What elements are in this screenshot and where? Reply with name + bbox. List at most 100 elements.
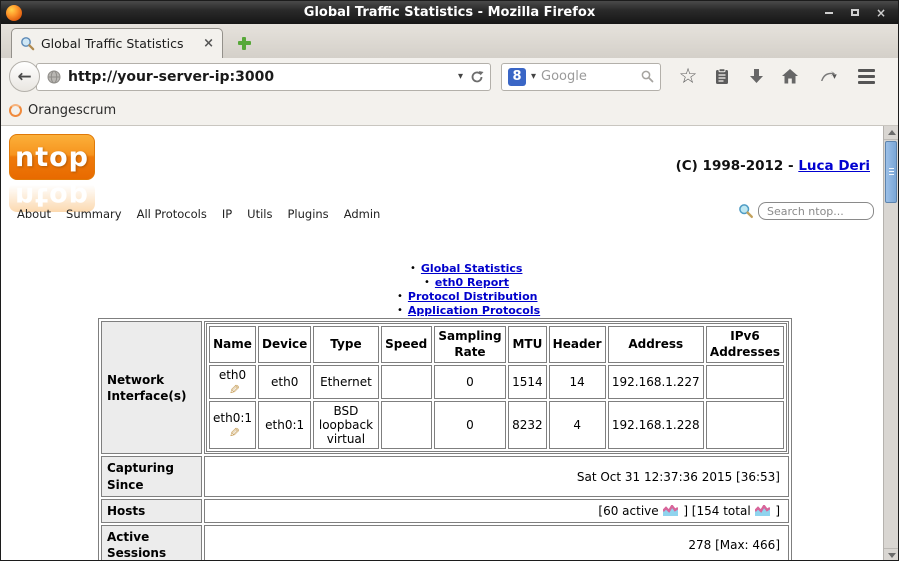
ntop-search [738, 202, 874, 220]
cell-mtu: 8232 [508, 401, 547, 450]
cell-ipv6 [705, 401, 784, 450]
col-speed: Speed [380, 326, 432, 364]
menu-about[interactable]: About [17, 207, 51, 221]
link-eth0-report[interactable]: eth0 Report [435, 276, 509, 289]
menu-utils[interactable]: Utils [247, 207, 272, 221]
interfaces-cell: Name Device Type Speed Sampling Rate MTU… [204, 321, 789, 455]
menu-admin[interactable]: Admin [344, 207, 381, 221]
tab-close-icon[interactable]: × [203, 36, 214, 51]
tab-global-traffic-statistics[interactable]: Global Traffic Statistics × [11, 28, 223, 58]
bullet-icon: • [424, 277, 430, 288]
url-input[interactable] [68, 68, 451, 85]
col-device: Device [258, 326, 312, 364]
edit-pencil-icon[interactable]: ✎ [225, 413, 241, 452]
cell-type: Ethernet [313, 365, 379, 400]
url-bar[interactable]: ▾ [36, 62, 491, 91]
copyright-author-link[interactable]: Luca Deri [798, 158, 870, 174]
table-row-eth0: eth0 ✎ eth0 Ethernet 0 1514 14 192.168.1… [209, 365, 784, 400]
chart-icon[interactable] [663, 504, 679, 516]
navigation-toolbar: ← ▾ 8 ▾ ☆ [1, 58, 898, 95]
link-global-statistics[interactable]: Global Statistics [421, 262, 523, 275]
thumb-grip-icon [889, 168, 894, 177]
link-protocol-distribution[interactable]: Protocol Distribution [408, 290, 538, 303]
close-button[interactable]: × [874, 6, 888, 20]
scroll-up-button[interactable] [884, 126, 898, 140]
tab-label: Global Traffic Statistics [41, 36, 184, 51]
cell-ipv6 [705, 365, 784, 400]
orangescrum-favicon [9, 103, 22, 117]
menu-ip[interactable]: IP [222, 207, 232, 221]
hosts-total-text: ] [154 total [683, 503, 751, 518]
interfaces-table: Name Device Type Speed Sampling Rate MTU… [206, 323, 787, 453]
edit-pencil-icon[interactable]: ✎ [225, 370, 241, 409]
home-button[interactable] [775, 63, 805, 91]
minimize-button[interactable] [822, 6, 836, 20]
window-controls: × [822, 6, 898, 20]
scrollbar-thumb[interactable] [885, 141, 897, 203]
cell-name: eth0 ✎ [209, 365, 257, 400]
cell-address: 192.168.1.228 [607, 401, 704, 450]
cell-speed [380, 401, 432, 450]
cell-device: eth0:1 [258, 401, 312, 450]
search-magnifier-icon[interactable] [641, 70, 654, 83]
bookmark-orangescrum[interactable]: Orangescrum [28, 103, 116, 118]
toolbar-icons: ☆ ▾ [673, 63, 881, 91]
statistics-table-wrap: Network Interface(s) Name Device Type Sp… [98, 318, 792, 560]
vertical-scrollbar[interactable] [883, 126, 898, 560]
col-ipv6-addresses: IPv6 Addresses [705, 326, 784, 364]
ntop-menu-bar: About Summary All Protocols IP Utils Plu… [17, 207, 380, 221]
table-row-active-sessions: Active Sessions 278 [Max: 466] [101, 525, 789, 560]
bullet-icon: • [410, 263, 416, 274]
table-row-capturing-since: Capturing Since Sat Oct 31 12:37:36 2015… [101, 456, 789, 497]
list-item: • Protocol Distribution [397, 290, 540, 303]
link-application-protocols[interactable]: Application Protocols [408, 304, 540, 317]
downloads-button[interactable] [741, 63, 771, 91]
back-button[interactable]: ← [9, 61, 40, 92]
search-bar[interactable]: 8 ▾ [501, 62, 661, 91]
plus-icon [237, 36, 251, 50]
clipboard-icon [716, 67, 728, 84]
star-icon: ☆ [678, 64, 698, 88]
cell-header: 4 [548, 401, 606, 450]
hosts-active-text: [60 active [598, 503, 659, 518]
ntop-search-input[interactable] [758, 202, 874, 220]
cell-type: BSD loopback virtual [313, 401, 379, 450]
ntop-logo: ntop [9, 134, 95, 180]
google-icon: 8 [508, 67, 526, 86]
share-button[interactable]: ▾ [809, 63, 847, 91]
table-row-eth0-1: eth0:1 ✎ eth0:1 BSD loopback virtual 0 8… [209, 401, 784, 452]
menu-button[interactable] [851, 63, 881, 91]
cell-speed [380, 365, 432, 400]
row-label-capturing-since: Capturing Since [101, 456, 202, 497]
cell-header: 14 [548, 365, 606, 400]
magnifier-favicon [21, 37, 35, 51]
reload-icon[interactable] [470, 70, 484, 84]
menu-all-protocols[interactable]: All Protocols [137, 207, 207, 221]
bullet-icon: • [397, 305, 403, 316]
scroll-down-button[interactable] [884, 548, 898, 560]
search-engine-chevron-icon[interactable]: ▾ [531, 71, 536, 82]
web-search-input[interactable] [541, 69, 636, 84]
list-item: • eth0 Report [424, 276, 540, 289]
hosts-end-text: ] [775, 503, 780, 518]
new-tab-button[interactable] [229, 31, 259, 55]
row-label-hosts: Hosts [101, 498, 202, 524]
row-label-network-interfaces: Network Interface(s) [101, 321, 202, 455]
col-name: Name [209, 326, 257, 364]
cell-sampling-rate: 0 [433, 365, 507, 400]
cell-sampling-rate: 0 [433, 401, 507, 450]
cell-address: 192.168.1.227 [607, 365, 704, 400]
capturing-since-value: Sat Oct 31 12:37:36 2015 [36:53] [204, 456, 789, 497]
page-content: ntop ntop (C) 1998-2012 - Luca Deri Abou… [1, 126, 898, 560]
url-dropdown-chevron-icon[interactable]: ▾ [458, 71, 463, 82]
col-header: Header [548, 326, 606, 364]
maximize-button[interactable] [848, 6, 862, 20]
menu-plugins[interactable]: Plugins [287, 207, 328, 221]
bookmarks-menu-button[interactable] [707, 63, 737, 91]
browser-window: Global Traffic Statistics - Mozilla Fire… [0, 0, 899, 561]
menu-summary[interactable]: Summary [66, 207, 122, 221]
chart-icon[interactable] [755, 504, 771, 516]
hamburger-icon [857, 69, 875, 84]
bookmark-star-button[interactable]: ☆ [673, 63, 703, 91]
download-arrow-icon [749, 69, 763, 83]
